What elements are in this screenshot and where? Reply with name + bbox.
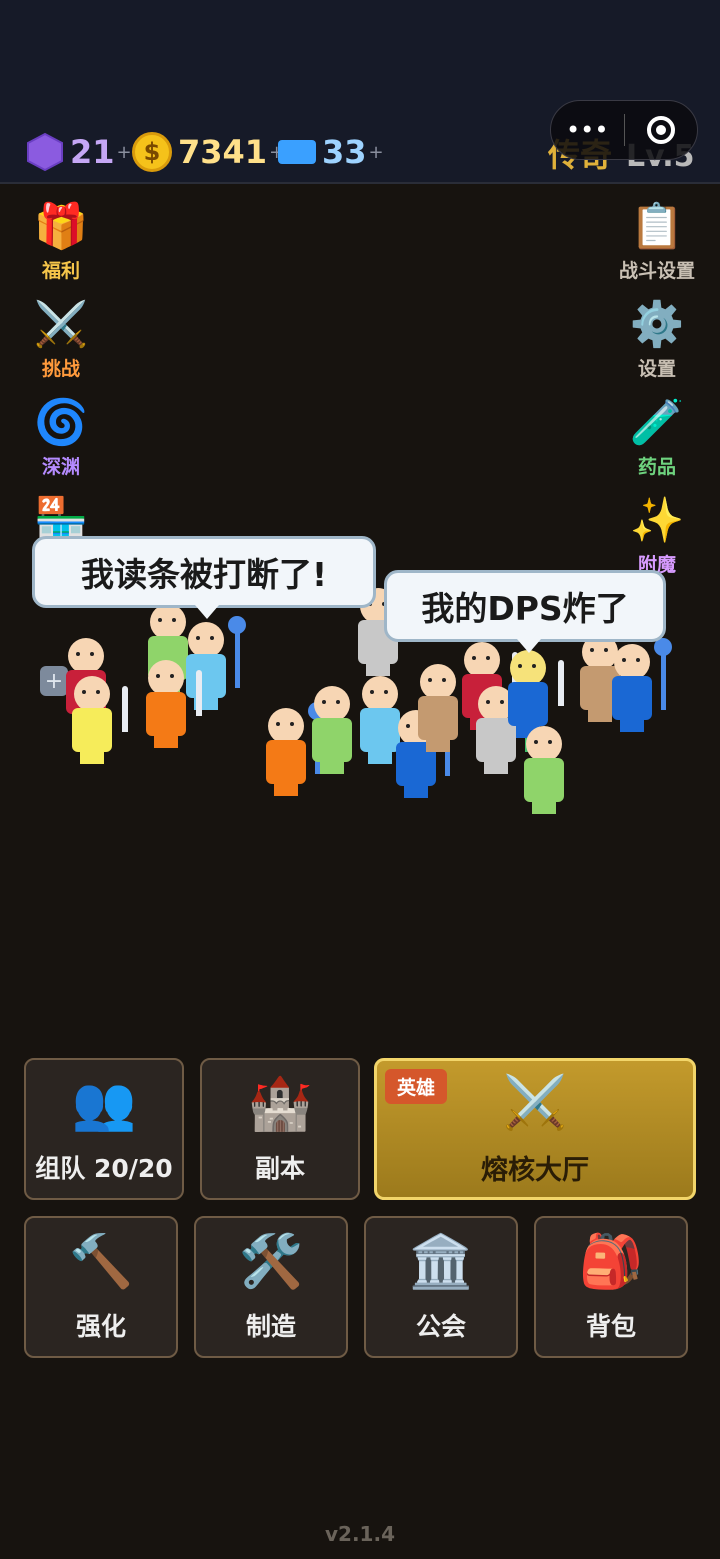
side-item-label: 战斗设置 xyxy=(618,260,695,282)
hero-character xyxy=(144,660,202,760)
gold-coin-icon: $ xyxy=(132,132,172,172)
enhance-button[interactable]: 🔨 强化 xyxy=(24,1216,178,1358)
hero-character xyxy=(70,676,128,776)
team-icon: 👥 xyxy=(71,1074,137,1134)
raid-button[interactable]: 英雄 ⚔️ 熔核大厅 xyxy=(374,1058,696,1200)
side-item-settings[interactable]: ⚙️ 设置 xyxy=(612,296,702,381)
side-item-abyss[interactable]: 🌀 深渊 xyxy=(16,394,106,479)
heroic-badge: 英雄 xyxy=(385,1069,448,1104)
side-item-welfare[interactable]: 🎁 福利 xyxy=(16,198,106,283)
hero-character xyxy=(610,638,672,744)
backpack-button[interactable]: 🎒 背包 xyxy=(534,1216,688,1358)
close-program-button[interactable] xyxy=(625,101,698,159)
hero-character xyxy=(264,702,326,808)
castle-icon: 🏰 xyxy=(247,1074,313,1134)
ticket-plus[interactable]: + xyxy=(369,142,384,163)
more-menu-button[interactable]: ••• xyxy=(551,101,624,159)
hero-character xyxy=(310,686,354,786)
raid-button-label: 熔核大厅 xyxy=(481,1154,589,1186)
mini-program-capsule: ••• xyxy=(550,100,698,160)
backpack-icon: 🎒 xyxy=(578,1232,644,1292)
sparkles-icon: ✨ xyxy=(629,495,685,546)
dungeon-button[interactable]: 🏰 副本 xyxy=(200,1058,360,1200)
craft-button[interactable]: 🛠️ 制造 xyxy=(194,1216,348,1358)
side-item-potions[interactable]: 🧪 药品 xyxy=(612,394,702,479)
vortex-icon: 🌀 xyxy=(33,397,89,448)
dungeon-button-label: 副本 xyxy=(254,1154,305,1183)
gear-icon: ⚙️ xyxy=(629,299,685,350)
hammer-icon: 🔨 xyxy=(68,1232,134,1292)
side-item-battle-settings[interactable]: 📋 战斗设置 xyxy=(612,198,702,283)
tools-icon: 🛠️ xyxy=(238,1232,304,1292)
side-item-label: 药品 xyxy=(637,456,676,478)
gem-plus[interactable]: + xyxy=(117,142,132,163)
version-label: v2.1.4 xyxy=(325,1522,395,1546)
backpack-button-label: 背包 xyxy=(585,1312,636,1341)
team-button[interactable]: 👥 组队 20/20 xyxy=(24,1058,184,1200)
side-item-label: 福利 xyxy=(41,260,80,282)
gem-counter[interactable]: 21 + xyxy=(26,132,132,172)
blue-ticket-icon xyxy=(278,140,316,164)
side-item-label: 挑战 xyxy=(41,358,80,380)
speech-bubble-left: 我读条被打断了! xyxy=(32,536,376,619)
purple-gem-icon xyxy=(27,132,63,172)
more-dots-icon: ••• xyxy=(566,116,609,144)
side-item-label: 深渊 xyxy=(41,456,80,478)
top-bar: 21 + $ 7341 + 33 + 传奇 Lv.5 ••• xyxy=(0,0,720,184)
hero-character xyxy=(522,726,566,826)
gold-value: 7341 xyxy=(178,133,268,171)
close-circle-icon xyxy=(646,116,675,144)
guild-hall-icon: 🏛️ xyxy=(408,1232,474,1292)
hero-character xyxy=(416,664,460,764)
enhance-button-label: 强化 xyxy=(75,1312,126,1341)
gold-counter[interactable]: $ 7341 + xyxy=(132,132,284,172)
test-tube-icon: 🧪 xyxy=(629,397,685,448)
speech-bubble-right: 我的DPS炸了 xyxy=(384,570,666,653)
clipboard-icon: 📋 xyxy=(629,201,685,252)
gem-value: 21 xyxy=(70,133,115,171)
craft-button-label: 制造 xyxy=(245,1312,296,1341)
side-item-challenge[interactable]: ⚔️ 挑战 xyxy=(16,296,106,381)
guild-button[interactable]: 🏛️ 公会 xyxy=(364,1216,518,1358)
side-item-enchant[interactable]: ✨ 附魔 xyxy=(612,492,702,577)
team-button-label: 组队 20/20 xyxy=(35,1154,173,1183)
guild-button-label: 公会 xyxy=(415,1312,466,1341)
side-item-label: 设置 xyxy=(637,358,676,380)
crossed-swords-icon: ⚔️ xyxy=(33,299,89,350)
gift-icon: 🎁 xyxy=(33,201,89,252)
ticket-value: 33 xyxy=(322,133,367,171)
crossed-swords-icon: ⚔️ xyxy=(502,1072,568,1133)
hero-character xyxy=(184,616,246,722)
ticket-counter[interactable]: 33 + xyxy=(278,132,384,172)
